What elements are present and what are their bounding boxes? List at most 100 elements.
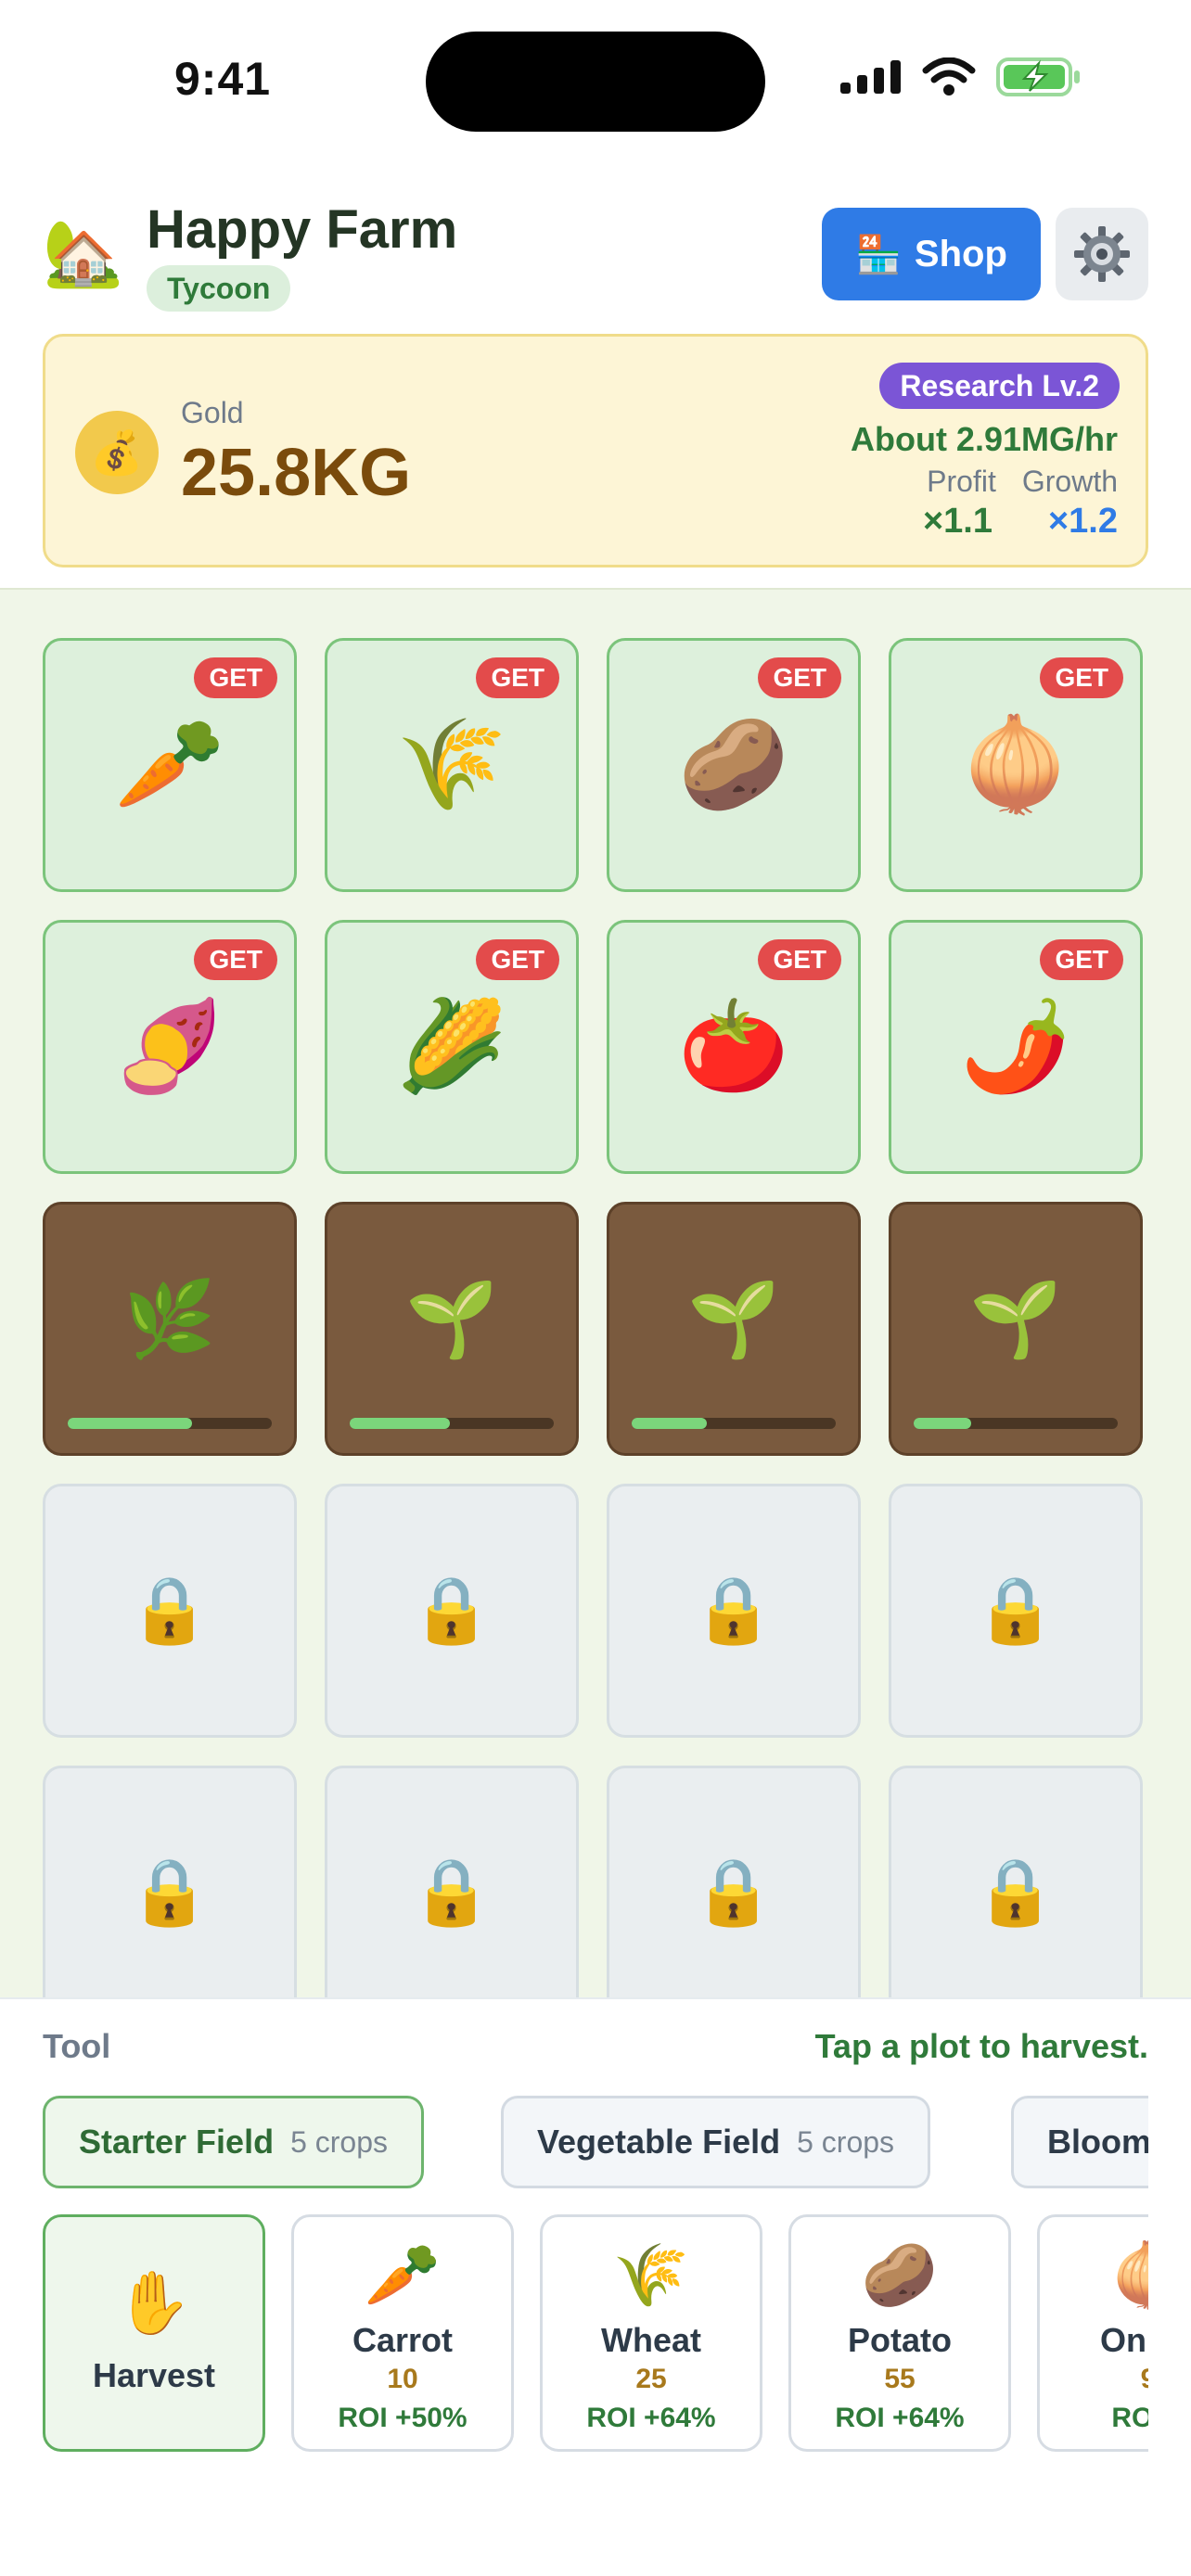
multiplier-values: ×1.1 ×1.2 [923, 502, 1118, 542]
field-tab[interactable]: Starter Field 5 crops [43, 2096, 424, 2188]
lock-icon: 🔒 [975, 1855, 1057, 1928]
status-icons [840, 57, 1082, 96]
plot-locked[interactable]: 🔒 [607, 1484, 861, 1738]
plot-ready[interactable]: 🌽 GET [325, 920, 579, 1174]
seedling-icon: 🌱 [687, 1278, 780, 1360]
plot-growing[interactable]: 🌱 [607, 1202, 861, 1456]
carrot-icon: 🥕 [364, 2240, 442, 2309]
growth-progress-fill [632, 1418, 708, 1429]
tool-card[interactable]: ✋ Harvest [43, 2214, 265, 2452]
harvest-ready-badge: GET [476, 657, 559, 698]
growth-label: Growth [1021, 465, 1118, 498]
herb-sprout-icon: 🌿 [123, 1278, 216, 1360]
app-title: Happy Farm [147, 199, 458, 260]
harvest-ready-badge: GET [476, 939, 559, 980]
harvest-ready-badge: GET [758, 657, 841, 698]
tool-price: 9 [1040, 2364, 1148, 2395]
lock-icon: 🔒 [411, 1855, 493, 1928]
tool-hint: Tap a plot to harvest. [814, 2027, 1148, 2065]
tool-name: Wheat [601, 2321, 701, 2359]
field-tab-count: 5 crops [797, 2124, 895, 2159]
tool-label: Tool [43, 2027, 111, 2065]
tool-card[interactable]: 🌾 Wheat 25 ROI +64% [540, 2214, 762, 2452]
gear-icon [1074, 226, 1130, 282]
research-badge[interactable]: Research Lv.2 [879, 363, 1120, 409]
plot-locked[interactable]: 🔒 [889, 1766, 1143, 1997]
growth-multiplier: ×1.2 [1047, 502, 1118, 541]
tool-card[interactable]: 🧅 Onion 9 ROI + [1037, 2214, 1148, 2452]
lock-icon: 🔒 [411, 1574, 493, 1646]
lock-icon: 🔒 [975, 1574, 1057, 1646]
shop-label: Shop [914, 233, 1007, 274]
wheat-icon: 🌾 [612, 2240, 690, 2309]
app-header: 🏡 Happy Farm Tycoon 🏪 Shop [43, 195, 1148, 315]
plot-locked[interactable]: 🔒 [325, 1766, 579, 1997]
settings-button[interactable] [1056, 208, 1148, 300]
status-time: 9:41 [174, 53, 272, 105]
growth-progress-fill [350, 1418, 450, 1429]
field-tabs: Starter Field 5 crops Vegetable Field 5 cro… [43, 2096, 1148, 2188]
status-bar: 9:41 [0, 0, 1191, 158]
field-tab[interactable]: Vegetable Field 5 crops [501, 2096, 931, 2188]
growth-progress-bar [914, 1418, 1118, 1429]
plot-ready[interactable]: 🌶️ GET [889, 920, 1143, 1174]
plot-ready[interactable]: 🥕 GET [43, 638, 297, 892]
tool-cards: ✋ Harvest 🥕 Carrot 10 ROI +50% 🌾 Wheat 25 ROI +64… [43, 2214, 1148, 2455]
wifi-icon [922, 57, 976, 96]
field-tab-name: Vegetable Field [537, 2123, 781, 2161]
plot-ready[interactable]: 🍠 GET [43, 920, 297, 1174]
tool-price: 10 [387, 2364, 418, 2394]
tool-roi: ROI +64% [586, 2403, 716, 2433]
plot-ready[interactable]: 🍅 GET [607, 920, 861, 1174]
potato-icon: 🥔 [861, 2240, 939, 2309]
plot-locked[interactable]: 🔒 [607, 1766, 861, 1997]
shop-button[interactable]: 🏪 Shop [822, 208, 1041, 300]
store-icon: 🏪 [855, 234, 902, 275]
lock-icon: 🔒 [129, 1574, 211, 1646]
tool-price: 55 [884, 2364, 916, 2394]
gold-value: 25.8KG [181, 436, 412, 510]
tool-card[interactable]: 🥔 Potato 55 ROI +64% [788, 2214, 1011, 2452]
plot-locked[interactable]: 🔒 [43, 1766, 297, 1997]
profit-label: Profit [927, 465, 996, 498]
growth-progress-bar [632, 1418, 836, 1429]
lock-icon: 🔒 [693, 1855, 775, 1928]
tool-card[interactable]: 🥕 Carrot 10 ROI +50% [291, 2214, 514, 2452]
profit-multiplier: ×1.1 [922, 502, 992, 541]
multiplier-labels: Profit Growth [927, 465, 1118, 499]
tool-name: Potato [848, 2321, 952, 2359]
plot-growing[interactable]: 🌿 [43, 1202, 297, 1456]
seedling-icon: 🌱 [969, 1278, 1062, 1360]
tool-price: 25 [635, 2364, 667, 2394]
field-tab-count: 5 crops [290, 2124, 388, 2159]
lock-icon: 🔒 [129, 1855, 211, 1928]
plot-locked[interactable]: 🔒 [43, 1484, 297, 1738]
lock-icon: 🔒 [693, 1574, 775, 1646]
harvest-ready-badge: GET [1040, 939, 1123, 980]
plot-ready[interactable]: 🧅 GET [889, 638, 1143, 892]
harvest-ready-badge: GET [758, 939, 841, 980]
growth-progress-fill [914, 1418, 971, 1429]
rank-badge: Tycoon [147, 265, 291, 312]
plot-locked[interactable]: 🔒 [889, 1484, 1143, 1738]
harvest-ready-badge: GET [194, 657, 277, 698]
growth-progress-fill [68, 1418, 193, 1429]
growth-progress-bar [68, 1418, 272, 1429]
dynamic-island [426, 32, 765, 132]
money-bag-icon: 💰 [75, 411, 159, 494]
plot-growing[interactable]: 🌱 [889, 1202, 1143, 1456]
field-tab-name: Starter Field [79, 2123, 275, 2161]
plot-ready[interactable]: 🥔 GET [607, 638, 861, 892]
harvest-ready-badge: GET [194, 939, 277, 980]
field-tab[interactable]: Bloom [1011, 2096, 1148, 2188]
plot-locked[interactable]: 🔒 [325, 1484, 579, 1738]
battery-charging-icon [996, 57, 1080, 96]
plot-ready[interactable]: 🌾 GET [325, 638, 579, 892]
seedling-icon: 🌱 [405, 1278, 498, 1360]
plot-growing[interactable]: 🌱 [325, 1202, 579, 1456]
tool-roi: ROI + [1111, 2403, 1148, 2433]
gold-card: 💰 Gold 25.8KG Research Lv.2 About 2.91MG… [43, 334, 1148, 567]
tool-roi: ROI +64% [835, 2403, 965, 2433]
income-rate: About 2.91MG/hr [850, 420, 1118, 458]
tool-panel: Tool Tap a plot to harvest. Starter Fiel… [0, 1997, 1191, 2576]
